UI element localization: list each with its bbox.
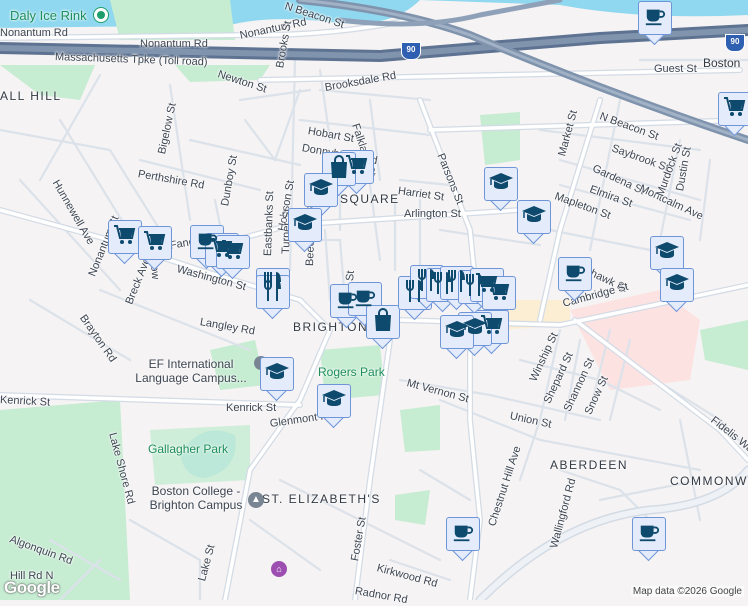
street-label: Kenrick St (0, 394, 51, 409)
education-icon (488, 172, 514, 197)
street-label: Guest St (654, 63, 697, 75)
marker-box (366, 305, 400, 339)
river-east (420, 0, 748, 17)
marker-box (138, 226, 172, 260)
marker-box (660, 268, 694, 302)
shopping-icon (373, 307, 393, 337)
education-icon (521, 205, 547, 230)
street-label: Eastbanks St (262, 191, 277, 257)
marker-box (108, 220, 142, 254)
marker-box (256, 275, 290, 309)
poi-daly-ice-rink[interactable]: Daly Ice Rink (10, 8, 109, 23)
coffee-icon (564, 261, 586, 288)
park-label: Gallagher Park (148, 442, 229, 456)
marker-education[interactable] (288, 208, 322, 253)
marker-shopping[interactable] (366, 305, 400, 350)
marker-education[interactable] (260, 357, 294, 402)
marker-box (260, 357, 294, 391)
university-icon: ▲ (248, 492, 264, 508)
park-faneuil (480, 112, 520, 165)
street-label: St (344, 270, 357, 282)
marker-education[interactable] (317, 384, 351, 429)
park-pin-icon (94, 8, 109, 22)
grocery-icon (143, 230, 167, 257)
marker-box (558, 257, 592, 291)
coffee-icon (638, 521, 660, 548)
park-east (700, 320, 748, 370)
i90-shield: 90 (401, 42, 421, 60)
poi-boston-college[interactable]: Boston College - Brighton Campus (146, 484, 246, 512)
education-icon (321, 389, 347, 414)
street-label: Arlington St (404, 208, 461, 220)
marker-grocery[interactable] (138, 226, 172, 271)
marker-box (650, 236, 684, 270)
poi-ef-international[interactable]: EF International Language Campus... (126, 357, 256, 385)
marker-box (517, 200, 551, 234)
neighborhood-label: ALL HILL (0, 89, 62, 103)
marker-box (718, 92, 748, 126)
neighborhood-label: SQUARE (340, 192, 400, 206)
commonwealth-ave (475, 465, 748, 600)
grocery-icon (723, 96, 747, 123)
marker-grocery[interactable] (718, 92, 748, 137)
park-label: Rogers Park (318, 365, 385, 379)
restaurant-icon (262, 278, 284, 307)
marker-box (288, 208, 322, 242)
marker-education[interactable] (484, 167, 518, 212)
education-icon (308, 178, 334, 203)
street-label: Kenrick St (226, 402, 277, 414)
i90-shield: 90 (725, 34, 745, 52)
marker-box (482, 276, 516, 310)
neighborhood-label: COMMONW (670, 474, 748, 488)
grocery-icon (487, 280, 511, 307)
neighborhood-label: ABERDEEN (550, 458, 629, 472)
neighborhood-label: Boston (703, 56, 741, 70)
museum-icon: ⌂ (271, 561, 287, 577)
marker-coffee[interactable] (632, 517, 666, 562)
education-icon (292, 213, 318, 238)
park-green-2 (395, 490, 430, 525)
poi-label: Daly Ice Rink (10, 8, 87, 23)
marker-box (484, 167, 518, 201)
marker-coffee[interactable] (558, 257, 592, 302)
education-icon (264, 362, 290, 387)
marker-box (440, 315, 474, 349)
map-attribution[interactable]: Map data ©2026 Google (630, 586, 744, 597)
grocery-icon (113, 224, 137, 251)
marker-coffee[interactable] (446, 517, 480, 562)
marker-restaurant[interactable] (256, 275, 290, 320)
grocery-icon (221, 239, 245, 266)
park-se (400, 405, 440, 452)
marker-grocery[interactable] (216, 235, 250, 280)
marker-education[interactable] (440, 315, 474, 360)
marker-box (446, 517, 480, 551)
education-icon (444, 320, 470, 345)
marker-education[interactable] (660, 268, 694, 313)
marker-box (632, 517, 666, 551)
marker-coffee[interactable] (638, 1, 672, 46)
education-icon (654, 241, 680, 266)
street-label: Nonantum Rd (140, 38, 208, 50)
education-icon (664, 273, 690, 298)
marker-education[interactable] (517, 200, 551, 245)
marker-box (638, 1, 672, 35)
google-logo: Google (4, 578, 60, 597)
marker-box (304, 173, 338, 207)
marker-grocery[interactable] (108, 220, 142, 265)
coffee-icon (644, 5, 666, 32)
neighborhood-label: ST. ELIZABETH'S (262, 492, 381, 506)
marker-box (216, 235, 250, 269)
marker-box (317, 384, 351, 418)
coffee-icon (452, 521, 474, 548)
street-label: Nonantum Rd (0, 27, 68, 39)
